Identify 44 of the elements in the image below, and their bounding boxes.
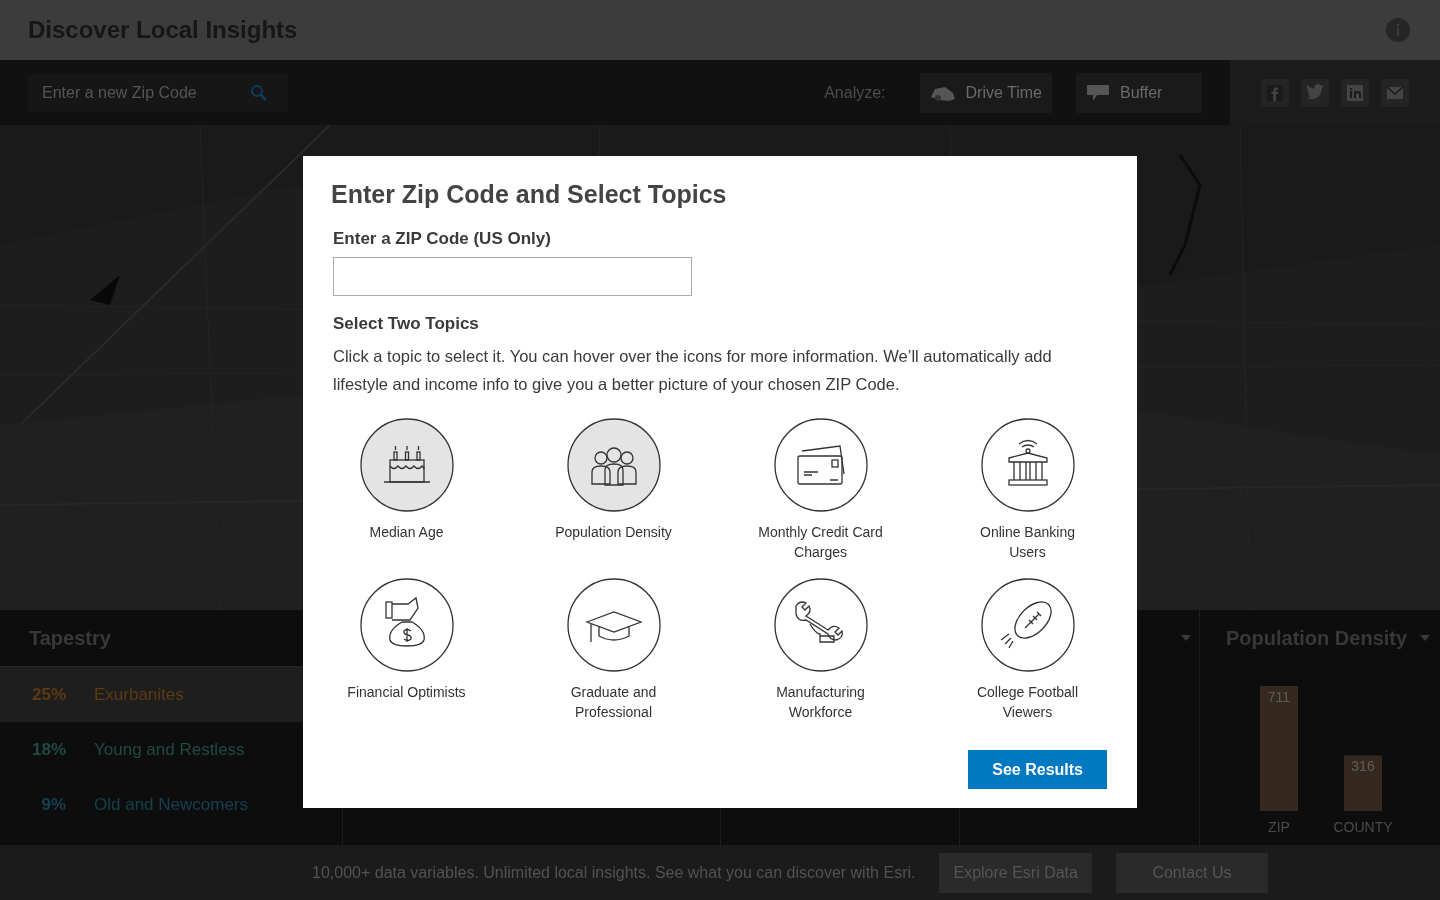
see-results-button[interactable]: See Results xyxy=(968,750,1107,789)
zip-input-field[interactable] xyxy=(333,257,692,296)
twitter-share-button[interactable] xyxy=(1301,78,1329,107)
dropdown-caret-icon[interactable] xyxy=(1181,635,1191,641)
mail-share-button[interactable] xyxy=(1381,78,1409,107)
dropdown-caret-icon[interactable] xyxy=(1420,635,1430,641)
topic-icon xyxy=(566,578,661,672)
buffer-icon xyxy=(1086,83,1110,102)
linkedin-share-button[interactable] xyxy=(1341,78,1369,107)
topic-icon xyxy=(980,578,1075,672)
axis-label: ZIP xyxy=(1268,819,1290,835)
topic-icon xyxy=(980,418,1075,512)
facebook-share-button[interactable] xyxy=(1261,78,1289,107)
topic-option[interactable]: Online Banking Users xyxy=(924,418,1131,568)
topic-option[interactable]: Median Age xyxy=(303,418,510,568)
topic-icon xyxy=(359,578,454,672)
dialog-title: Enter Zip Code and Select Topics xyxy=(331,180,728,209)
topic-option[interactable]: College Football Viewers xyxy=(924,578,1131,728)
topic-option[interactable]: Monthly Credit Card Charges xyxy=(717,418,924,568)
axis-label: COUNTY xyxy=(1333,819,1393,835)
analyze-label: Analyze: xyxy=(824,83,886,102)
segment-name: Exurbanites xyxy=(94,684,184,705)
instructions-text: Click a topic to select it. You can hover over the icons for more information. We’ll automatically add lifestyle and income info to give you a better picture of your chosen ZIP Code. xyxy=(333,346,1053,395)
facebook-icon xyxy=(1265,82,1285,103)
linkedin-icon xyxy=(1345,82,1365,103)
bar-value: 316 xyxy=(1351,758,1375,775)
search-icon[interactable] xyxy=(250,83,268,102)
zip-label: Enter a ZIP Code (US Only) xyxy=(333,229,552,249)
topic-icon xyxy=(773,578,868,672)
topics-heading: Select Two Topics xyxy=(333,314,480,334)
segment-percent: 9% xyxy=(40,794,66,815)
topic-icon xyxy=(566,418,661,512)
segment-percent: 18% xyxy=(30,739,66,760)
bar-value: 711 xyxy=(1267,689,1291,705)
bar xyxy=(1344,755,1382,811)
topic-icon xyxy=(773,418,868,512)
topic-option[interactable]: Graduate and Professional xyxy=(510,578,717,728)
segment-name: Young and Restless xyxy=(94,739,245,760)
topic-option[interactable]: Population Density xyxy=(510,418,717,568)
segment-name: Old and Newcomers xyxy=(94,794,248,815)
zip-search-field[interactable]: Enter a new Zip Code xyxy=(28,73,288,112)
segment-percent: 25% xyxy=(30,684,66,705)
topic-option[interactable]: Manufacturing Workforce xyxy=(717,578,924,728)
topic-icon xyxy=(359,418,454,512)
